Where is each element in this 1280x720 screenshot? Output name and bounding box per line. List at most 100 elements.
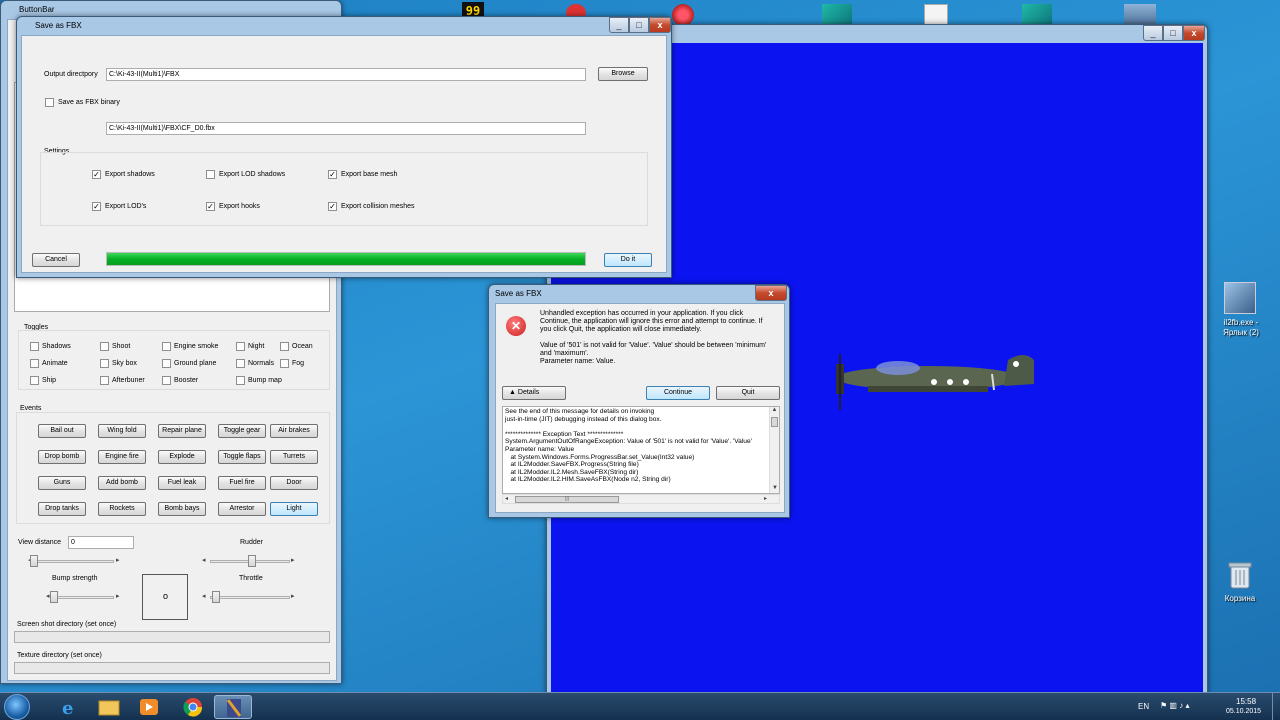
view-distance-thumb[interactable] — [30, 555, 38, 567]
tray-expand-icon[interactable]: ▴ — [1185, 701, 1189, 710]
close-button[interactable]: x — [1183, 25, 1205, 41]
texture-dir-input[interactable] — [14, 662, 330, 674]
event-button[interactable]: Door — [270, 476, 318, 490]
event-button[interactable]: Drop tanks — [38, 502, 86, 516]
horizontal-scrollbar[interactable]: ◂ ||| ▸ — [502, 494, 780, 504]
ie-taskbar-icon[interactable]: e — [50, 695, 88, 719]
event-button[interactable]: Turrets — [270, 450, 318, 464]
fbx-binary-checkbox[interactable] — [45, 98, 54, 107]
vertical-scrollbar[interactable]: ▲ ▼ — [769, 407, 779, 493]
event-button[interactable]: Fuel leak — [158, 476, 206, 490]
show-desktop-button[interactable] — [1272, 693, 1280, 720]
screenshot-dir-input[interactable] — [14, 631, 330, 643]
event-button[interactable]: Bomb bays — [158, 502, 206, 516]
file-path-input[interactable]: C:\Ki-43-II(Multi1)\FBX\CF_D0.fbx — [106, 122, 586, 135]
maximize-button[interactable]: □ — [1163, 25, 1183, 41]
event-button[interactable]: Wing fold — [98, 424, 146, 438]
browse-button[interactable]: Browse — [598, 67, 648, 81]
scroll-down-arrow[interactable]: ▼ — [770, 485, 779, 493]
rudder-thumb[interactable] — [248, 555, 256, 567]
media-player-taskbar-icon[interactable] — [130, 695, 168, 719]
event-button[interactable]: Rockets — [98, 502, 146, 516]
chrome-taskbar-icon[interactable] — [174, 695, 212, 719]
clock-date[interactable]: 05.10.2015 — [1226, 708, 1261, 715]
slider-right-arrow[interactable]: ▸ — [116, 556, 120, 564]
minimize-button[interactable]: _ — [1143, 25, 1163, 41]
quit-button[interactable]: Quit — [716, 386, 780, 400]
event-button[interactable]: Arrestor — [218, 502, 266, 516]
event-button[interactable]: Fuel fire — [218, 476, 266, 490]
language-indicator[interactable]: EN — [1138, 702, 1149, 711]
stick-box[interactable]: o — [142, 574, 188, 620]
bump-right-arrow[interactable]: ▸ — [116, 592, 120, 600]
event-button[interactable]: Drop bomb — [38, 450, 86, 464]
toggle-checkbox[interactable] — [30, 342, 39, 351]
throttle-slider[interactable] — [210, 596, 290, 599]
details-textbox[interactable]: See the end of this message for details … — [502, 406, 780, 494]
toggle-checkbox[interactable] — [100, 376, 109, 385]
il2fb-shortcut-icon[interactable] — [1224, 282, 1256, 314]
il2modder-taskbar-icon[interactable] — [214, 695, 252, 719]
toggle-checkbox[interactable] — [236, 342, 245, 351]
cancel-button[interactable]: Cancel — [32, 253, 80, 267]
bump-strength-slider[interactable] — [54, 596, 114, 599]
export-option-checkbox[interactable]: ✓ — [92, 170, 101, 179]
save-fbx-minimize-button[interactable]: _ — [609, 17, 629, 33]
export-option-checkbox[interactable]: ✓ — [92, 202, 101, 211]
network-icon[interactable]: ▥ — [1169, 701, 1177, 710]
toggle-checkbox[interactable] — [280, 342, 289, 351]
scroll-left-arrow[interactable]: ◂ — [505, 495, 508, 502]
toggle-checkbox[interactable] — [162, 342, 171, 351]
clock-time[interactable]: 15:58 — [1236, 697, 1256, 706]
details-button[interactable]: ▲ Details — [502, 386, 566, 400]
export-option-checkbox[interactable]: ✓ — [328, 170, 337, 179]
scroll-right-arrow[interactable]: ▸ — [764, 495, 767, 502]
save-fbx-maximize-button[interactable]: □ — [629, 17, 649, 33]
event-button[interactable]: Engine fire — [98, 450, 146, 464]
event-button[interactable]: Air brakes — [270, 424, 318, 438]
scroll-thumb[interactable] — [771, 417, 778, 427]
save-fbx-close-button[interactable]: x — [649, 17, 671, 33]
sound-icon[interactable]: ♪ — [1179, 701, 1183, 710]
throttle-left-arrow[interactable]: ◂ — [202, 592, 206, 600]
flag-icon[interactable]: ⚑ — [1160, 701, 1167, 710]
throttle-thumb[interactable] — [212, 591, 220, 603]
toggle-checkbox[interactable] — [100, 342, 109, 351]
export-option-checkbox[interactable] — [206, 170, 215, 179]
h-scroll-thumb[interactable]: ||| — [515, 496, 619, 503]
tray-icons[interactable]: ⚑ ▥ ♪ ▴ — [1160, 701, 1222, 713]
output-dir-input[interactable]: C:\Ki-43-II(Multi1)\FBX — [106, 68, 586, 81]
start-button[interactable] — [4, 694, 30, 720]
explorer-taskbar-icon[interactable] — [90, 695, 128, 719]
bump-strength-thumb[interactable] — [50, 591, 58, 603]
desktop-icon-app[interactable] — [672, 4, 694, 26]
event-button[interactable]: Bail out — [38, 424, 86, 438]
continue-button[interactable]: Continue — [646, 386, 710, 400]
view-distance-slider[interactable] — [36, 560, 114, 563]
desktop-icon-plane[interactable] — [1124, 4, 1156, 26]
export-option-checkbox[interactable]: ✓ — [328, 202, 337, 211]
scroll-up-arrow[interactable]: ▲ — [770, 407, 779, 417]
event-button[interactable]: Toggle gear — [218, 424, 266, 438]
throttle-right-arrow[interactable]: ▸ — [291, 592, 295, 600]
toggle-checkbox[interactable] — [236, 376, 245, 385]
toggle-checkbox[interactable] — [30, 359, 39, 368]
toggle-checkbox[interactable] — [280, 359, 289, 368]
do-it-button[interactable]: Do it — [604, 253, 652, 267]
view-distance-input[interactable]: 0 — [68, 536, 134, 549]
toggle-checkbox[interactable] — [30, 376, 39, 385]
event-button[interactable]: Light — [270, 502, 318, 516]
rudder-left-arrow[interactable]: ◂ — [202, 556, 206, 564]
event-button[interactable]: Explode — [158, 450, 206, 464]
rudder-right-arrow[interactable]: ▸ — [291, 556, 295, 564]
toggle-checkbox[interactable] — [162, 359, 171, 368]
recycle-bin-icon[interactable] — [1228, 560, 1252, 590]
event-button[interactable]: Guns — [38, 476, 86, 490]
export-option-checkbox[interactable]: ✓ — [206, 202, 215, 211]
event-button[interactable]: Toggle flaps — [218, 450, 266, 464]
error-close-button[interactable]: x — [755, 285, 787, 301]
toggle-checkbox[interactable] — [236, 359, 245, 368]
toggle-checkbox[interactable] — [162, 376, 171, 385]
bump-left-arrow[interactable]: ◂ — [46, 592, 50, 600]
event-button[interactable]: Repair plane — [158, 424, 206, 438]
